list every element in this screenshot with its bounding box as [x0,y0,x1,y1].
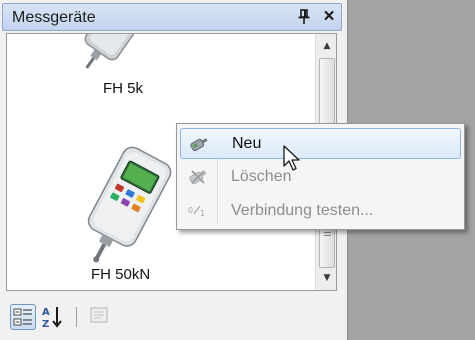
scroll-down-button[interactable]: ▼ [319,270,335,286]
svg-text:0: 0 [188,206,193,215]
new-device-icon [190,138,208,152]
svg-text:Z: Z [42,319,49,330]
menu-item-test-connection[interactable]: 0 1 Verbindung testen... [180,196,461,227]
svg-text:A: A [42,307,50,318]
sort-alphabetical-icon: A Z [42,307,62,330]
panel-toolbar: A Z [6,297,337,337]
pin-icon[interactable] [297,9,311,25]
menu-item-label: Verbindung testen... [231,202,374,219]
categorized-view-icon [13,308,32,326]
test-connection-icon: 0 1 [188,205,205,218]
thumb-grip-icon [324,229,331,236]
device-item-fh5k[interactable] [63,34,153,80]
device-item-fh50kn[interactable] [55,141,185,273]
menu-item-label: Neu [232,135,262,152]
force-gauge-image [84,34,145,69]
context-menu: Neu Löschen 0 1 Verbindung testen... [176,123,465,230]
sort-alphabetical-button[interactable]: A Z [40,304,66,330]
svg-text:1: 1 [200,209,205,218]
device-label: FH 50kN [91,266,151,283]
mouse-pointer-icon [283,145,300,171]
device-label: FH 5k [103,80,144,97]
delete-icon [189,170,207,185]
panel-title-bar[interactable]: Messgeräte × [2,3,342,31]
menu-item-delete[interactable]: Löschen [180,162,461,193]
property-pages-button[interactable] [88,304,114,330]
property-pages-icon [90,307,108,323]
scroll-up-button[interactable]: ▲ [319,38,335,54]
categorized-view-button[interactable] [10,304,36,330]
force-gauge-image [87,146,172,263]
toolbar-separator [76,307,77,327]
menu-item-new[interactable]: Neu [180,128,461,159]
panel-title: Messgeräte [12,9,96,26]
close-icon[interactable]: × [320,7,338,27]
